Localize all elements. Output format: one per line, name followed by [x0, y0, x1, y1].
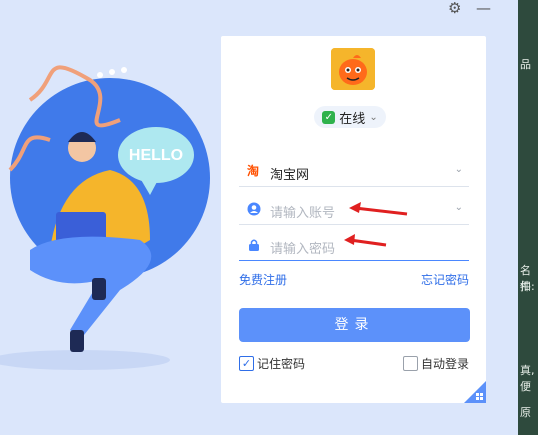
bg-text: 品: [520, 58, 531, 71]
auth-links: 免费注册 忘记密码: [239, 271, 469, 289]
svg-text:HELLO: HELLO: [129, 147, 183, 164]
forgot-password-link[interactable]: 忘记密码: [421, 271, 469, 288]
auto-login-label: 自动登录: [421, 357, 470, 371]
login-button[interactable]: 登录: [239, 308, 470, 342]
account-site-select[interactable]: 淘 淘宝网 ⌄: [239, 158, 469, 187]
auto-login-checkbox[interactable]: [403, 356, 418, 371]
chevron-down-icon[interactable]: ⌄: [455, 202, 463, 213]
window-controls: ⚙ —: [440, 0, 520, 18]
bg-text: 便: [520, 380, 531, 393]
left-illustration-panel: HELLO: [0, 0, 222, 435]
user-icon: [247, 202, 261, 216]
status-selector[interactable]: ✓ 在线 ⌄: [314, 106, 386, 128]
register-link[interactable]: 免费注册: [239, 271, 287, 288]
qr-code-corner-icon[interactable]: [464, 381, 486, 403]
bg-text: 原: [520, 406, 531, 419]
status-label: 在线: [339, 111, 366, 127]
bg-text: 件:: [520, 280, 535, 293]
chevron-down-icon[interactable]: ⌄: [455, 164, 463, 175]
bg-text: 真,: [520, 364, 535, 377]
taobao-icon: 淘: [247, 164, 260, 178]
annotation-arrow-password: [344, 234, 387, 247]
hello-illustration: HELLO: [0, 65, 210, 370]
account-site-label: 淘宝网: [270, 168, 310, 183]
login-options: ✓ 记住密码 自动登录: [239, 354, 469, 372]
avatar[interactable]: [331, 48, 375, 90]
minimize-button[interactable]: —: [476, 0, 491, 16]
password-placeholder: 请输入密码: [270, 242, 336, 257]
online-check-icon: ✓: [322, 110, 336, 124]
lock-icon: [249, 239, 259, 251]
remember-password-label: 记住密码: [257, 357, 306, 371]
chevron-down-icon: ⌄: [369, 111, 378, 123]
account-placeholder: 请输入账号: [270, 206, 336, 221]
mascot-avatar-icon: [331, 48, 375, 90]
background-window-strip: 品 名扣 件: 真, 便 原: [518, 0, 538, 435]
gear-icon[interactable]: ⚙: [448, 0, 461, 16]
remember-password-checkbox[interactable]: ✓: [239, 356, 254, 371]
annotation-arrow-account: [349, 202, 408, 216]
